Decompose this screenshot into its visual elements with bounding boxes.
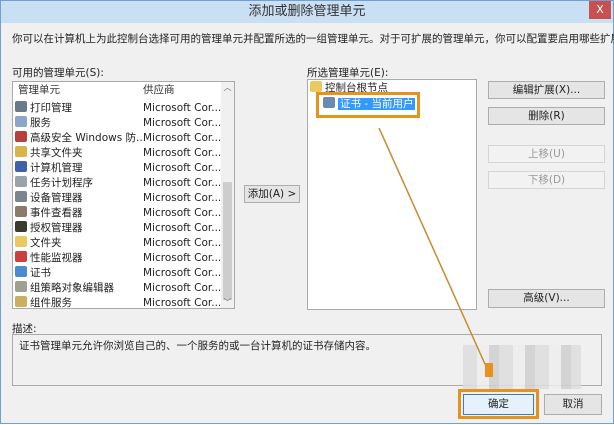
add-remove-snapin-dialog: 添加或删除管理单元 X 你可以在计算机上为此控制台选择可用的管理单元并配置所选的… <box>0 0 614 424</box>
annotation-arrow <box>378 127 493 377</box>
